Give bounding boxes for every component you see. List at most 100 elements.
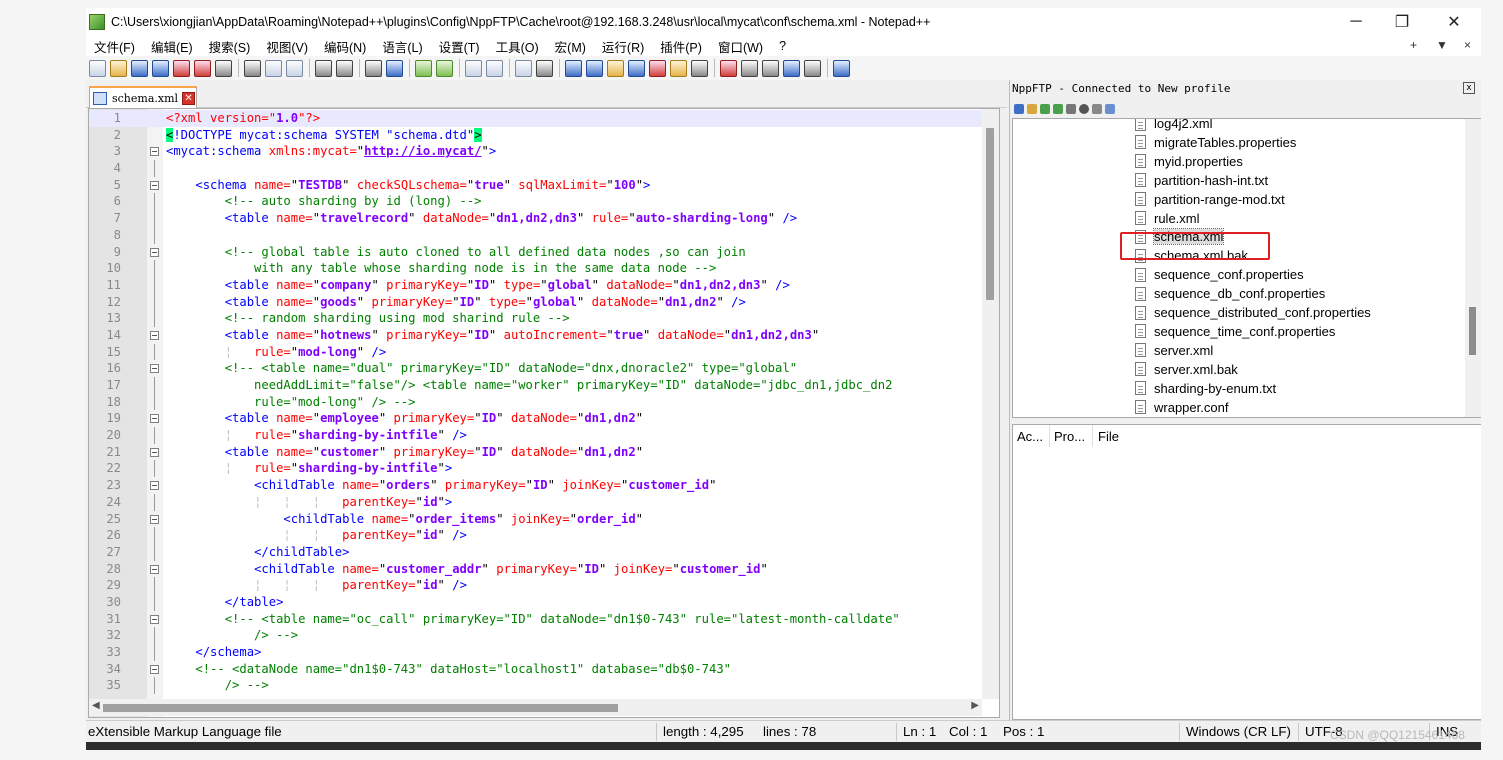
code-line[interactable]: 19 <table name="employee" primaryKey="ID… [89,410,999,427]
code-line[interactable]: 35 /> --> [89,677,999,695]
open-file-icon[interactable] [110,59,127,77]
save-icon[interactable] [131,59,148,77]
fold-toggle-icon[interactable] [150,180,159,190]
save-macro-icon[interactable] [804,59,821,77]
refresh-icon[interactable] [1027,104,1037,114]
code-line[interactable]: 26 ¦ ¦ parentKey="id" /> [89,527,999,544]
file-item[interactable]: sequence_db_conf.properties [1135,284,1325,303]
abort-icon[interactable] [1079,104,1089,114]
close-window-button[interactable]: ✕ [1431,8,1477,36]
fold-toggle-icon[interactable] [150,481,159,491]
code-line[interactable]: 10 with any table whose sharding node is… [89,260,999,277]
remote-file-tree[interactable]: log4j2.xml migrateTables.properties myid.p… [1012,118,1481,418]
code-line[interactable]: 13 <!-- random sharding using mod sharin… [89,310,999,327]
vertical-scrollbar[interactable] [982,109,999,699]
code-line[interactable]: 24 ¦ ¦ ¦ parentKey="id"> [89,493,999,511]
menu-settings[interactable]: 设置(T) [431,37,488,56]
fold-toggle-icon[interactable] [150,147,159,157]
sync-horizontal-icon[interactable] [486,59,503,77]
minimize-button[interactable]: ─ [1333,8,1379,36]
connect-icon[interactable] [1014,104,1024,114]
code-line[interactable]: 9 <!-- global table is auto cloned to al… [89,244,999,261]
code-line[interactable]: 14 <table name="hotnews" primaryKey="ID"… [89,327,999,344]
menu-help[interactable]: ? [771,39,794,53]
code-line[interactable]: 17 needAddLimit="false"/> <table name="w… [89,377,999,394]
code-line[interactable]: 29 ¦ ¦ ¦ parentKey="id" /> [89,577,999,594]
fold-toggle-icon[interactable] [150,664,159,674]
nppftp-show-icon[interactable] [833,59,850,77]
file-item[interactable]: server.xml.bak [1135,360,1238,379]
monitoring-icon[interactable] [691,59,708,77]
tab-list-dropdown-button[interactable]: ▼ [1436,38,1448,52]
fold-toggle-icon[interactable] [150,330,159,340]
save-all-icon[interactable] [152,59,169,77]
horizontal-scroll-thumb[interactable] [103,704,618,712]
folder-workspace-icon[interactable] [670,59,687,77]
horizontal-scrollbar[interactable]: ◀ ▶ [89,699,982,716]
cut-icon[interactable] [244,59,261,77]
zoom-out-icon[interactable] [436,59,453,77]
queue-header-progress[interactable]: Pro... [1054,429,1085,444]
word-wrap-icon[interactable] [515,59,532,77]
file-tree-scrollbar[interactable] [1465,119,1481,417]
menu-macro[interactable]: 宏(M) [547,37,594,56]
code-editor[interactable]: 1 <?xml version="1.0"?> 2 <!DOCTYPE mycat:s… [88,108,1000,718]
file-item[interactable]: rule.xml [1135,209,1200,228]
file-item[interactable]: server.xml [1135,341,1213,360]
tab-close-icon[interactable]: ✕ [182,91,196,105]
code-line[interactable]: 16 <!-- <table name="dual" primaryKey="I… [89,360,999,377]
code-line[interactable]: 34 <!-- <dataNode name="dn1$0-743" dataH… [89,661,999,678]
file-item[interactable]: partition-hash-int.txt [1135,171,1268,190]
fold-toggle-icon[interactable] [150,414,159,424]
run-macro-multiple-icon[interactable] [783,59,800,77]
code-line[interactable]: 2 <!DOCTYPE mycat:schema SYSTEM "schema.d… [89,127,999,144]
scroll-left-arrow-icon[interactable]: ◀ [92,700,100,711]
print-icon[interactable] [215,59,232,77]
menu-plugins[interactable]: 插件(P) [652,37,710,56]
indent-guide-icon[interactable] [565,59,582,77]
code-line[interactable]: 7 <table name="travelrecord" dataNode="d… [89,210,999,227]
file-item[interactable]: partition-range-mod.txt [1135,190,1285,209]
code-line[interactable]: 12 <table name="goods" primaryKey="ID" t… [89,293,999,311]
play-macro-icon[interactable] [762,59,779,77]
file-item[interactable]: migrateTables.properties [1135,133,1296,152]
code-line[interactable]: 8 [89,226,999,244]
code-line[interactable]: 22 ¦ rule="sharding-by-intfile"> [89,460,999,478]
nppftp-close-button[interactable]: x [1463,82,1475,94]
code-line[interactable]: 30 </table> [89,593,999,611]
code-line[interactable]: 4 [89,160,999,177]
new-file-icon[interactable] [89,59,106,77]
queue-header-action[interactable]: Ac... [1017,429,1043,444]
record-macro-icon[interactable] [720,59,737,77]
file-item[interactable]: sequence_conf.properties [1135,265,1304,284]
restore-button[interactable]: ❐ [1379,8,1425,36]
code-line[interactable]: 20 ¦ rule="sharding-by-intfile" /> [89,427,999,444]
code-line[interactable]: 32 /> --> [89,627,999,644]
stop-macro-icon[interactable] [741,59,758,77]
fold-toggle-icon[interactable] [150,614,159,624]
code-line[interactable]: 1 <?xml version="1.0"?> [89,110,999,127]
code-line[interactable]: 25 <childTable name="order_items" joinKe… [89,511,999,528]
close-file-icon[interactable] [173,59,190,77]
scroll-right-arrow-icon[interactable]: ▶ [971,700,979,711]
fold-toggle-icon[interactable] [150,447,159,457]
paste-icon[interactable] [286,59,303,77]
close-all-icon[interactable] [194,59,211,77]
code-line[interactable]: 3 <mycat:schema xmlns:mycat="http://io.my… [89,143,999,160]
fold-toggle-icon[interactable] [150,564,159,574]
settings-icon[interactable] [1092,104,1102,114]
title-bar[interactable]: C:\Users\xiongjian\AppData\Roaming\Notep… [86,8,1481,36]
download-icon[interactable] [1040,104,1050,114]
code-line[interactable]: 31 <!-- <table name="oc_call" primaryKey… [89,611,999,628]
code-line[interactable]: 6 <!-- auto sharding by id (long) --> [89,193,999,211]
sync-vertical-icon[interactable] [465,59,482,77]
file-item[interactable]: myid.properties [1135,152,1243,171]
close-tab-x-button[interactable]: × [1464,38,1471,52]
menu-file[interactable]: 文件(F) [86,37,143,56]
redo-icon[interactable] [336,59,353,77]
file-item[interactable]: wrapper.conf [1135,398,1228,417]
code-line[interactable]: 27 </childTable> [89,543,999,561]
menu-search[interactable]: 搜索(S) [201,37,259,56]
find-icon[interactable] [365,59,382,77]
doc-list-icon[interactable] [628,59,645,77]
